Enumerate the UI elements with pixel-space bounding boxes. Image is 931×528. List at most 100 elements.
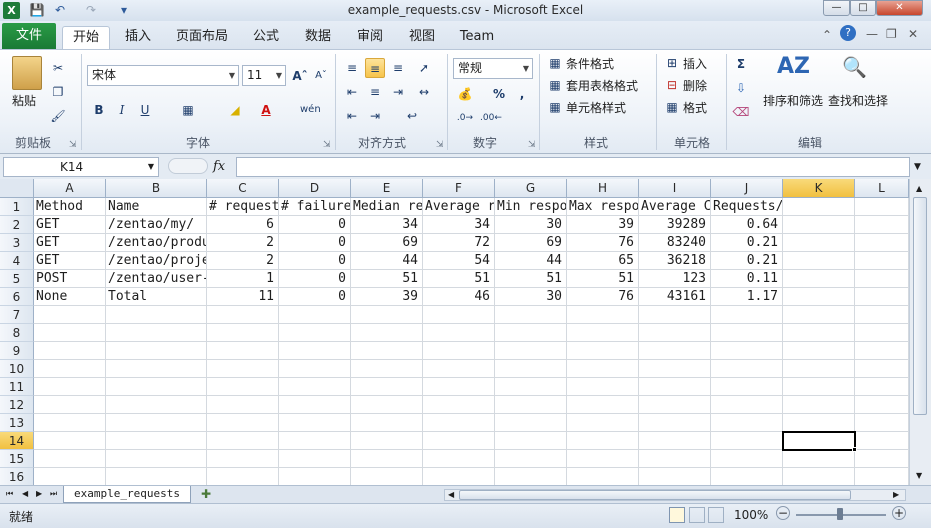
- cell[interactable]: 34: [423, 216, 495, 234]
- percent-style-button[interactable]: %: [489, 84, 509, 104]
- cell[interactable]: [567, 360, 639, 378]
- cell[interactable]: [783, 198, 855, 216]
- cell[interactable]: [711, 306, 783, 324]
- format-as-table-icon[interactable]: ▦: [545, 75, 565, 95]
- cell[interactable]: 43161: [639, 288, 711, 306]
- column-header[interactable]: D: [279, 179, 351, 198]
- cell[interactable]: [639, 306, 711, 324]
- cell[interactable]: [279, 324, 351, 342]
- cell[interactable]: [207, 342, 279, 360]
- cell[interactable]: [495, 360, 567, 378]
- cell[interactable]: [423, 414, 495, 432]
- format-cells-icon[interactable]: ▦: [662, 97, 682, 117]
- delete-cells-icon[interactable]: ⊟: [662, 75, 682, 95]
- cell[interactable]: [855, 414, 909, 432]
- cell[interactable]: 51: [567, 270, 639, 288]
- zoom-level[interactable]: 100%: [734, 508, 768, 522]
- cell[interactable]: 51: [351, 270, 423, 288]
- cell[interactable]: Average r: [423, 198, 495, 216]
- cell[interactable]: [351, 378, 423, 396]
- cell[interactable]: [495, 396, 567, 414]
- align-top-icon[interactable]: ≡: [342, 58, 362, 78]
- row-header[interactable]: 13: [0, 414, 34, 432]
- cell[interactable]: [106, 306, 207, 324]
- cell[interactable]: [106, 378, 207, 396]
- cell[interactable]: [639, 324, 711, 342]
- cell[interactable]: [34, 360, 106, 378]
- worksheet-grid[interactable]: A B C D E F G H I J K L 1 Method Name # request # failur…: [0, 179, 909, 485]
- cell[interactable]: [495, 432, 567, 450]
- cell[interactable]: 39289: [639, 216, 711, 234]
- cell[interactable]: [783, 252, 855, 270]
- cell[interactable]: [279, 396, 351, 414]
- formula-input[interactable]: [236, 157, 910, 177]
- cell[interactable]: [711, 360, 783, 378]
- italic-button[interactable]: I: [112, 100, 132, 120]
- column-header[interactable]: B: [106, 179, 207, 198]
- find-select-button[interactable]: 查找和选择: [828, 92, 888, 110]
- cell[interactable]: /zentao/my/: [106, 216, 207, 234]
- cell[interactable]: 6: [207, 216, 279, 234]
- cell[interactable]: [279, 360, 351, 378]
- cell[interactable]: [711, 396, 783, 414]
- cell[interactable]: [279, 432, 351, 450]
- name-box[interactable]: K14 ▼: [3, 157, 159, 177]
- cell[interactable]: GET: [34, 234, 106, 252]
- cell[interactable]: [279, 342, 351, 360]
- cell[interactable]: [423, 450, 495, 468]
- minimize-ribbon-icon[interactable]: ⌃: [822, 26, 832, 44]
- clear-icon[interactable]: ⌫: [731, 102, 751, 122]
- cell[interactable]: [783, 234, 855, 252]
- cell[interactable]: [34, 396, 106, 414]
- column-header[interactable]: G: [495, 179, 567, 198]
- row-header[interactable]: 7: [0, 306, 34, 324]
- cell[interactable]: [855, 450, 909, 468]
- increase-decimal-icon[interactable]: .0→: [455, 108, 475, 128]
- cell[interactable]: [855, 234, 909, 252]
- row-header[interactable]: 10: [0, 360, 34, 378]
- zoom-out-icon[interactable]: −: [776, 506, 790, 520]
- scroll-up-arrow-icon[interactable]: ▲: [916, 180, 922, 198]
- zoom-in-icon[interactable]: +: [892, 506, 906, 520]
- cell[interactable]: [639, 432, 711, 450]
- minimize-button[interactable]: —: [823, 0, 850, 16]
- wrap-text-icon[interactable]: ↩: [402, 106, 422, 126]
- cell[interactable]: [207, 450, 279, 468]
- cell[interactable]: 65: [567, 252, 639, 270]
- cell[interactable]: 76: [567, 234, 639, 252]
- cell[interactable]: [423, 396, 495, 414]
- cell[interactable]: [711, 324, 783, 342]
- phonetic-guide-icon[interactable]: wén: [300, 100, 321, 120]
- cell[interactable]: 2: [207, 252, 279, 270]
- column-header[interactable]: I: [639, 179, 711, 198]
- cell[interactable]: [106, 396, 207, 414]
- cell[interactable]: [279, 306, 351, 324]
- scroll-thumb[interactable]: [913, 197, 927, 415]
- cell[interactable]: [567, 414, 639, 432]
- scroll-left-arrow-icon[interactable]: ◀: [448, 486, 454, 504]
- cell[interactable]: 36218: [639, 252, 711, 270]
- cell[interactable]: [279, 378, 351, 396]
- cell[interactable]: [855, 360, 909, 378]
- cell[interactable]: [106, 360, 207, 378]
- column-header[interactable]: L: [855, 179, 909, 198]
- decrease-decimal-icon[interactable]: .00←: [480, 108, 502, 128]
- cell[interactable]: [783, 306, 855, 324]
- cell[interactable]: /zentao/proje: [106, 252, 207, 270]
- column-header[interactable]: C: [207, 179, 279, 198]
- cell[interactable]: [351, 396, 423, 414]
- align-middle-icon[interactable]: ≡: [365, 58, 385, 78]
- cell[interactable]: [855, 306, 909, 324]
- cell[interactable]: 2: [207, 234, 279, 252]
- cell[interactable]: [106, 450, 207, 468]
- cell[interactable]: [783, 396, 855, 414]
- cell[interactable]: POST: [34, 270, 106, 288]
- cell[interactable]: 51: [495, 270, 567, 288]
- cell[interactable]: Max respo: [567, 198, 639, 216]
- cell[interactable]: 0: [279, 288, 351, 306]
- tab-team[interactable]: Team: [454, 26, 500, 49]
- row-header[interactable]: 2: [0, 216, 34, 234]
- cell[interactable]: [855, 288, 909, 306]
- cell[interactable]: [783, 450, 855, 468]
- cell[interactable]: Total: [106, 288, 207, 306]
